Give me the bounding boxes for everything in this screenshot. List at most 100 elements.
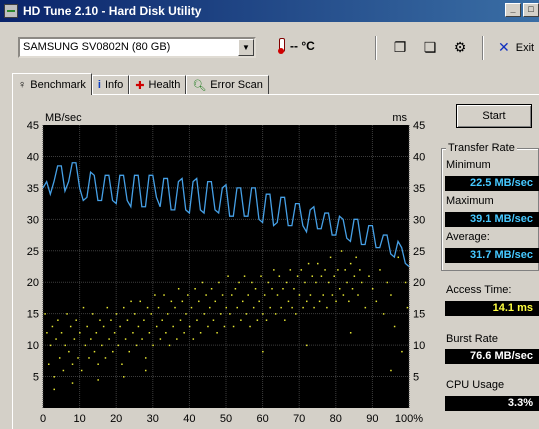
window-title: HD Tune 2.10 - Hard Disk Utility [23, 4, 202, 18]
burst-rate-label: Burst Rate [446, 333, 498, 345]
access-time-point [318, 300, 321, 303]
info-icon: i [97, 79, 101, 91]
y-tick-label-left: 20 [27, 277, 39, 289]
access-time-point [300, 269, 303, 271]
access-time-point [196, 319, 198, 321]
chevron-down-icon[interactable]: ▼ [238, 39, 254, 56]
access-time-point [315, 281, 317, 284]
y-axis-label-right: ms [392, 112, 407, 124]
access-time-point [254, 288, 257, 290]
average-label: Average: [446, 231, 490, 243]
access-time-point [304, 281, 306, 284]
access-time-point [86, 325, 88, 328]
access-time-point [141, 338, 143, 340]
access-time-point [267, 281, 270, 284]
access-time-point [143, 319, 145, 321]
access-time-point [355, 256, 357, 259]
toolbar-separator [375, 36, 377, 60]
tab-label: Benchmark [30, 78, 86, 91]
access-time-point [185, 313, 187, 315]
y-tick-label-left: 45 [27, 120, 39, 132]
minimize-button[interactable]: _ [505, 3, 521, 17]
access-time-point [58, 357, 61, 359]
access-time-point [271, 288, 273, 290]
benchmark-chart: 0 10 20 30 40 50 60 70 80 90 100% 5 10 15 20 25 30 35 40 45… [27, 112, 426, 425]
options-icon[interactable]: ⚙ [451, 39, 469, 55]
access-time-point [128, 350, 131, 353]
access-time-point [379, 269, 381, 271]
thermometer-icon [278, 38, 285, 54]
access-time-point [335, 300, 337, 303]
burst-rate-value: 76.6 MB/sec [445, 349, 539, 364]
tab-error-scan[interactable]: 🔍︎ Error Scan [186, 75, 269, 95]
access-time-point [359, 269, 361, 271]
access-time-point [353, 275, 356, 277]
access-time-point [64, 344, 66, 347]
access-time-point [44, 313, 46, 315]
access-time-point [113, 332, 116, 334]
access-time-point [168, 344, 171, 347]
tab-health[interactable]: ✚ Health [129, 75, 187, 95]
access-time-point [150, 313, 152, 315]
access-time-point [309, 294, 312, 296]
access-time-point [284, 319, 286, 321]
copy-text-icon[interactable]: ❐ [391, 39, 409, 55]
y-tick-label-right: 10 [413, 340, 425, 352]
x-tick-label: 0 [40, 413, 46, 425]
access-time-point [201, 281, 204, 284]
maximize-button[interactable]: □ [523, 3, 539, 17]
y-tick-label-right: 5 [413, 372, 419, 384]
access-time-point [49, 344, 52, 347]
access-time-point [260, 275, 262, 277]
title-bar: HD Tune 2.10 - Hard Disk Utility _ □ [0, 0, 539, 22]
access-time-point [205, 294, 207, 296]
access-time-point [181, 300, 184, 303]
access-time-point [68, 350, 70, 353]
access-time-point [60, 332, 63, 334]
access-time-point [91, 313, 94, 315]
access-time-point [262, 350, 264, 353]
access-time-point [172, 325, 174, 328]
access-time-point [390, 369, 392, 372]
y-tick-label-right: 20 [413, 277, 425, 289]
exit-label: Exit [515, 41, 535, 54]
drive-select-value: SAMSUNG SV0802N (80 GB) [23, 41, 171, 53]
access-time-point [47, 363, 50, 365]
exit-button[interactable]: ✕ Exit [498, 39, 534, 56]
cpu-usage-label: CPU Usage [446, 379, 505, 391]
toolbar-separator [482, 36, 484, 60]
access-time-point [320, 275, 323, 277]
access-time-point [360, 281, 363, 284]
access-time-point [123, 306, 125, 309]
access-time-point [209, 306, 211, 309]
access-time-point [342, 294, 345, 296]
tab-benchmark[interactable]: ♀ Benchmark [12, 73, 92, 95]
access-time-point [327, 281, 330, 284]
access-time-point [331, 294, 334, 296]
start-button[interactable]: Start [456, 104, 532, 128]
access-time-point [148, 332, 151, 334]
access-time-point [104, 357, 107, 359]
y-tick-label-left: 30 [27, 214, 39, 226]
drive-select[interactable]: SAMSUNG SV0802N (80 GB) ▼ [18, 37, 256, 58]
y-tick-label-left: 15 [27, 309, 39, 321]
tab-info[interactable]: i Info [91, 75, 130, 95]
access-time-point [77, 357, 79, 359]
access-time-point [132, 332, 134, 334]
y-tick-label-right: 45 [413, 120, 425, 132]
access-time-point [108, 338, 110, 340]
access-time-point [97, 363, 99, 365]
access-time-point [313, 306, 315, 309]
access-time-point [333, 275, 335, 277]
copy-image-icon[interactable]: ❏ [421, 39, 439, 55]
x-tick-label: 20 [110, 413, 122, 425]
access-time-point [269, 306, 271, 309]
access-time-point [280, 306, 282, 309]
access-time-point [298, 294, 301, 296]
access-time-point [192, 338, 195, 340]
access-time-point [121, 363, 123, 365]
access-time-point [124, 338, 127, 340]
access-time-point [287, 300, 290, 303]
access-time-point [144, 369, 147, 372]
access-time-point [163, 294, 165, 296]
